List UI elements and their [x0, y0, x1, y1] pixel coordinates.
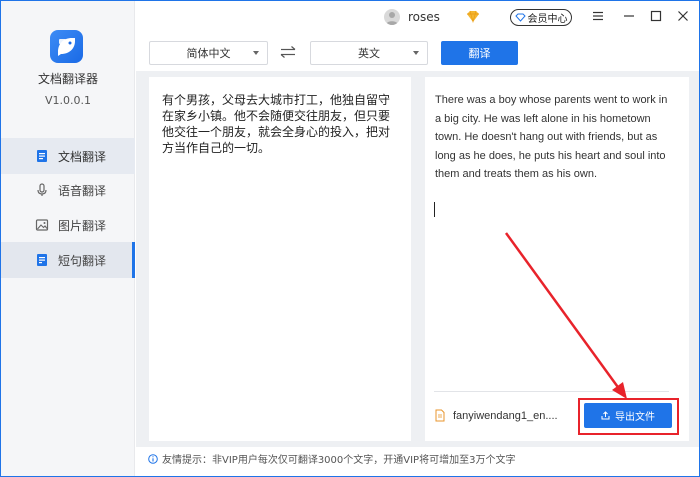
sidebar-item-label: 图片翻译: [58, 218, 107, 233]
sidebar: 文档翻译器 V1.0.0.1 文档翻译 语音翻译 图片翻译 短句翻译: [1, 1, 135, 476]
translation-panel[interactable]: There was a boy whose parents went to wo…: [425, 77, 689, 441]
text-cursor: [434, 202, 435, 217]
source-language-select[interactable]: 简体中文: [149, 41, 268, 65]
minimize-icon[interactable]: [622, 9, 636, 23]
microphone-icon: [35, 183, 49, 197]
source-language-value: 简体中文: [186, 47, 231, 60]
chevron-down-icon: [253, 51, 259, 55]
swap-languages-icon[interactable]: [280, 45, 296, 59]
avatar[interactable]: [384, 9, 400, 25]
app-version: V1.0.0.1: [44, 94, 91, 107]
file-icon: [435, 409, 445, 422]
member-center-label: 会员中心: [527, 14, 568, 25]
diamond-icon: [514, 13, 526, 22]
menu-icon[interactable]: [591, 9, 605, 23]
app-name: 文档翻译器: [37, 72, 98, 86]
sidebar-item-label: 短句翻译: [58, 253, 107, 268]
target-language-value: 英文: [358, 47, 380, 60]
info-icon: [148, 453, 158, 464]
sentence-icon: [35, 253, 49, 267]
file-name[interactable]: fanyiwendang1_en....: [453, 410, 558, 422]
tip-text: 友情提示：非VIP用户每次仅可翻译3000个文字，开通VIP将可增加至3万个文字: [162, 455, 516, 466]
translate-button[interactable]: 翻译: [441, 41, 518, 65]
sidebar-item-sentence-translate[interactable]: 短句翻译: [1, 242, 135, 278]
sidebar-item-voice-translate[interactable]: 语音翻译: [1, 172, 135, 208]
chevron-down-icon: [413, 51, 419, 55]
source-text-panel[interactable]: 有个男孩，父母去大城市打工，他独自留守在家乡小镇。他不会随便交往朋友，但只要他交…: [149, 77, 411, 441]
member-center-button[interactable]: 会员中心: [510, 9, 572, 26]
sidebar-item-label: 文档翻译: [58, 149, 107, 164]
upload-icon: [601, 411, 610, 420]
close-icon[interactable]: [676, 9, 690, 23]
image-icon: [35, 218, 49, 232]
divider: [434, 391, 669, 392]
user-name[interactable]: roses: [408, 10, 440, 24]
sidebar-item-label: 语音翻译: [58, 183, 107, 198]
maximize-icon[interactable]: [649, 9, 663, 23]
document-icon: [35, 149, 49, 163]
sidebar-item-image-translate[interactable]: 图片翻译: [1, 207, 135, 243]
export-file-button[interactable]: 导出文件: [584, 403, 672, 428]
sidebar-item-document-translate[interactable]: 文档翻译: [1, 138, 135, 174]
target-language-select[interactable]: 英文: [310, 41, 428, 65]
translated-text[interactable]: There was a boy whose parents went to wo…: [435, 91, 675, 184]
tip-bar: 友情提示：非VIP用户每次仅可翻译3000个文字，开通VIP将可增加至3万个文字: [148, 451, 515, 466]
export-file-label: 导出文件: [615, 412, 655, 423]
app-window: 文档翻译器 V1.0.0.1 文档翻译 语音翻译 图片翻译 短句翻译 roses…: [0, 0, 700, 477]
app-logo: [50, 30, 83, 63]
vip-crown-icon[interactable]: [466, 10, 480, 24]
source-text[interactable]: 有个男孩，父母去大城市打工，他独自留守在家乡小镇。他不会随便交往朋友，但只要他交…: [162, 92, 398, 156]
